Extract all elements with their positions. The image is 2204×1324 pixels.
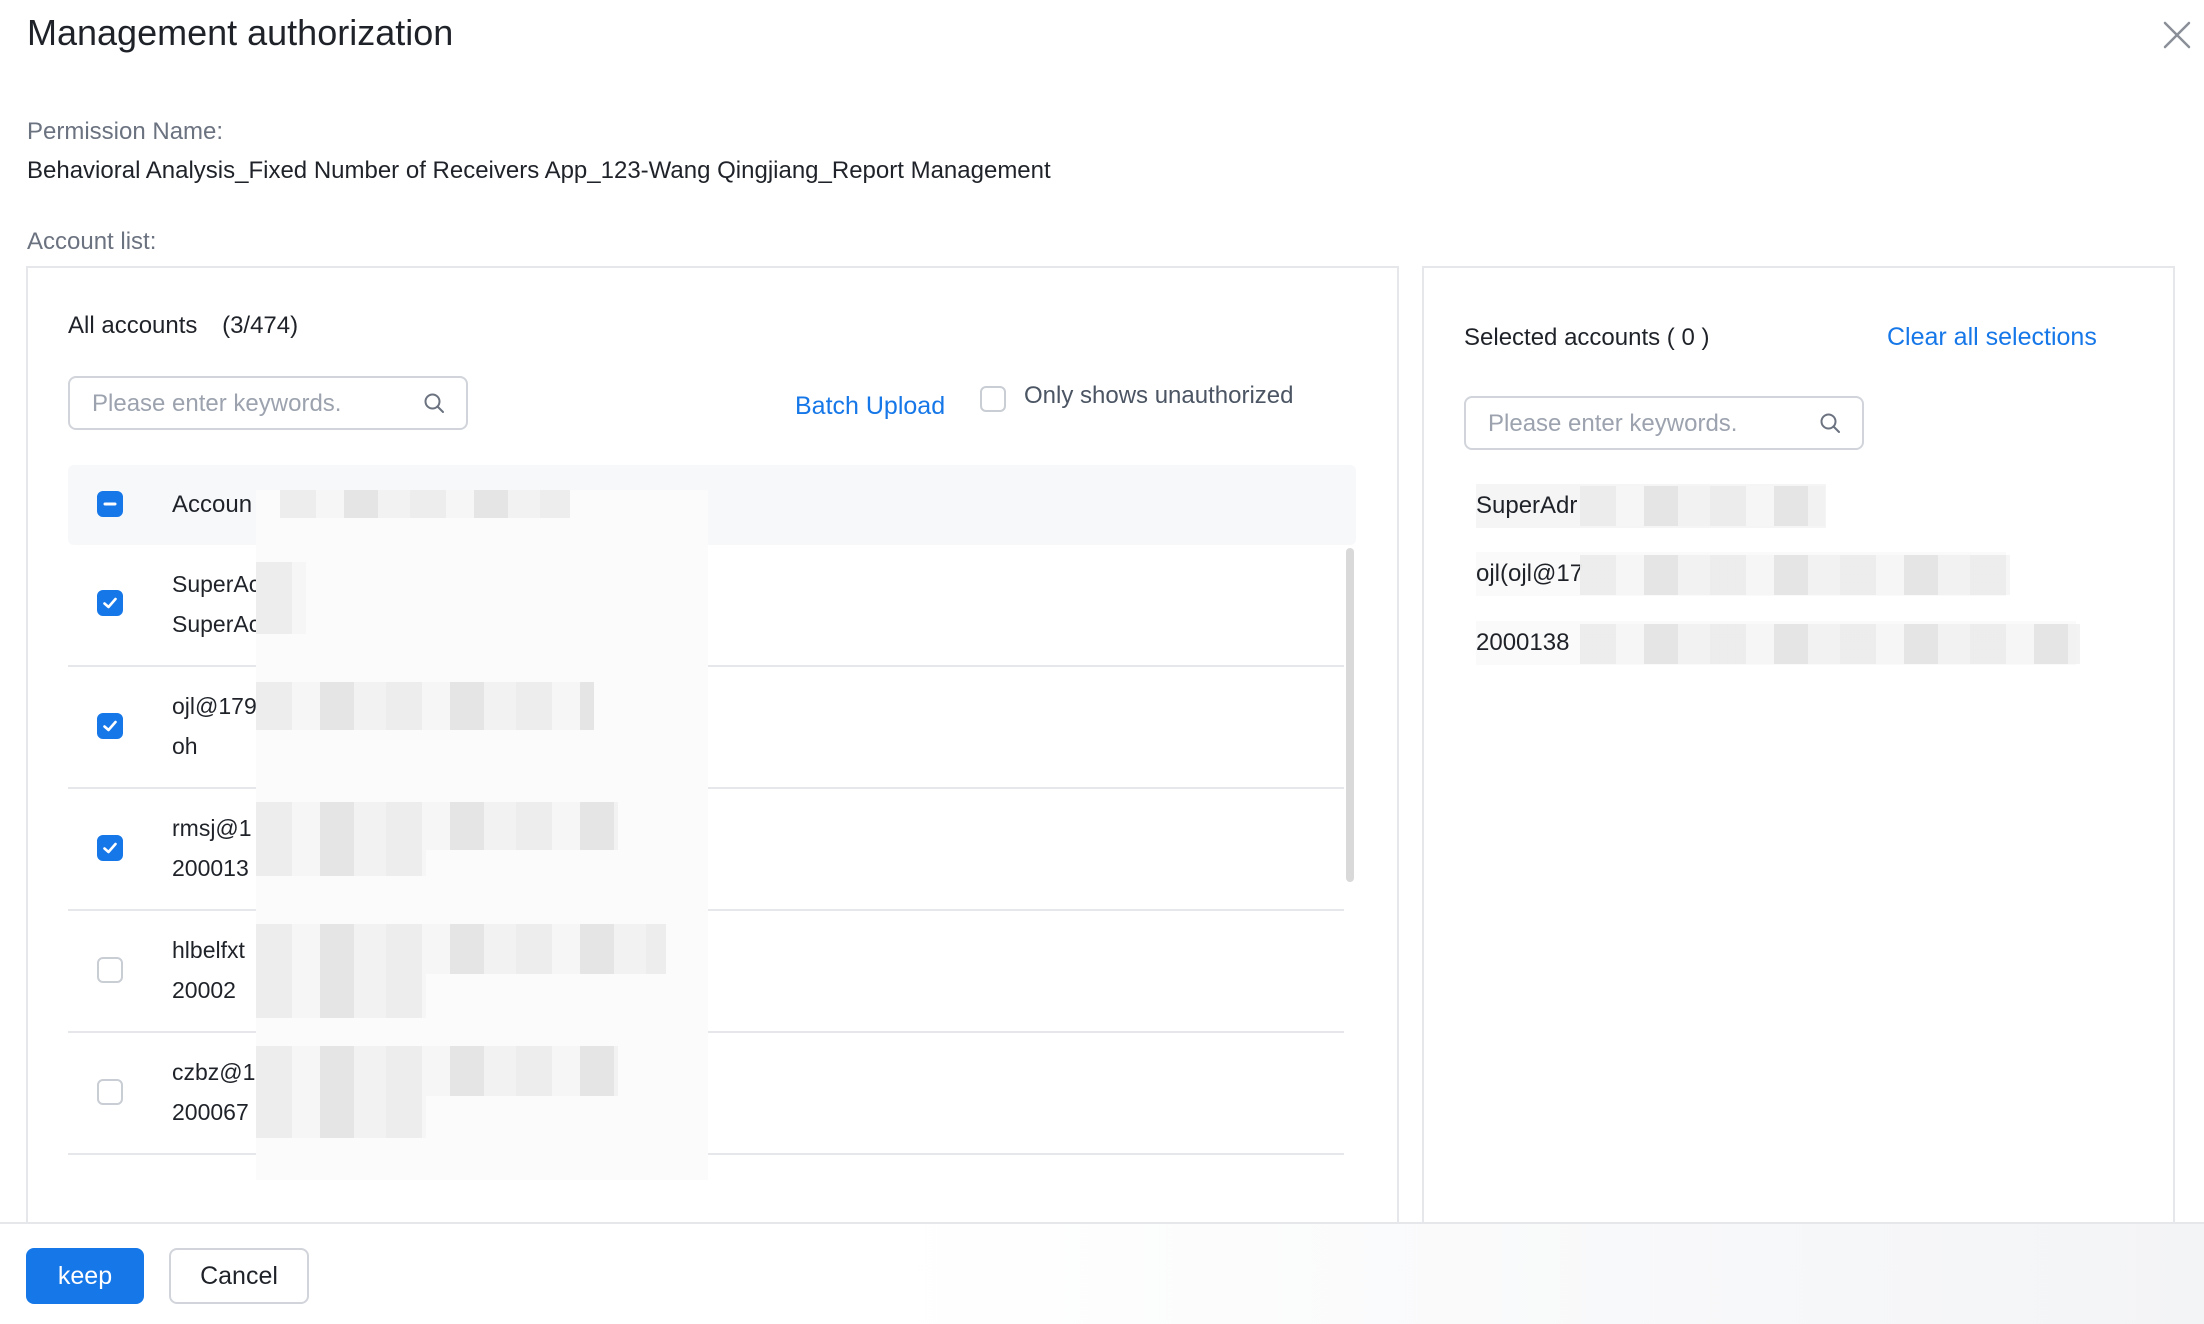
keep-button[interactable]: keep	[26, 1248, 144, 1304]
search-icon[interactable]	[422, 391, 446, 415]
redaction-mask	[1580, 555, 2010, 595]
minus-icon	[103, 502, 117, 506]
cancel-button[interactable]: Cancel	[169, 1248, 309, 1304]
account-name: czbz@1	[172, 1059, 256, 1085]
row-checkbox[interactable]	[97, 1079, 123, 1105]
account-name: SuperAc	[172, 571, 261, 597]
check-icon	[103, 842, 117, 854]
check-icon	[103, 720, 117, 732]
redaction-mask	[256, 850, 426, 876]
redaction-mask	[280, 490, 570, 518]
redaction-mask	[1580, 486, 1825, 526]
selected-account-label: SuperAdr	[1476, 492, 1578, 519]
row-checkbox[interactable]	[97, 957, 123, 983]
account-list-label: Account list:	[27, 228, 157, 255]
redaction-mask	[256, 682, 594, 730]
all-accounts-search	[68, 376, 468, 430]
close-icon[interactable]	[2160, 18, 2194, 52]
redaction-mask	[256, 924, 666, 974]
account-id: SuperAc	[172, 611, 261, 637]
account-name: hlbelfxt	[172, 937, 245, 963]
selected-accounts-search	[1464, 396, 1864, 450]
batch-upload-link[interactable]: Batch Upload	[795, 392, 945, 421]
account-id: 200013	[172, 855, 249, 881]
row-checkbox[interactable]	[97, 835, 123, 861]
redaction-mask	[256, 1096, 426, 1138]
redaction-mask	[1580, 624, 2080, 664]
clear-all-selections-link[interactable]: Clear all selections	[1887, 323, 2097, 352]
scrollbar-thumb[interactable]	[1346, 548, 1354, 882]
all-accounts-count: (3/474)	[222, 312, 299, 339]
all-accounts-search-input[interactable]	[90, 378, 404, 430]
account-id: 200067	[172, 1099, 249, 1125]
account-name: rmsj@1	[172, 815, 252, 841]
selected-accounts-search-input[interactable]	[1486, 398, 1800, 450]
account-column-header: Accoun	[172, 491, 253, 518]
only-unauthorized-label: Only shows unauthorized	[1024, 382, 1294, 409]
dialog-title: Management authorization	[27, 12, 454, 53]
row-checkbox[interactable]	[97, 713, 123, 739]
selected-account-label: 2000138	[1476, 629, 1570, 656]
dialog-footer	[0, 1222, 2204, 1324]
account-id: oh	[172, 733, 198, 759]
only-unauthorized-checkbox[interactable]	[980, 386, 1006, 412]
selected-account-label: ojl(ojl@17	[1476, 560, 1584, 587]
select-all-checkbox[interactable]	[97, 491, 123, 517]
account-name: ojl@179	[172, 693, 257, 719]
row-checkbox[interactable]	[97, 590, 123, 616]
check-icon	[103, 597, 117, 609]
permission-name-label: Permission Name:	[27, 118, 224, 145]
permission-name-value: Behavioral Analysis_Fixed Number of Rece…	[27, 157, 1051, 184]
all-accounts-heading: All accounts (3/474)	[68, 312, 298, 340]
account-id: 20002	[172, 977, 236, 1003]
redaction-mask	[256, 1046, 618, 1096]
redaction-mask	[256, 802, 618, 850]
redaction-mask	[256, 562, 306, 634]
all-accounts-title: All accounts	[68, 312, 198, 339]
redaction-mask	[256, 974, 426, 1018]
selected-accounts-heading: Selected accounts ( 0 )	[1464, 324, 1710, 351]
search-icon[interactable]	[1818, 411, 1842, 435]
